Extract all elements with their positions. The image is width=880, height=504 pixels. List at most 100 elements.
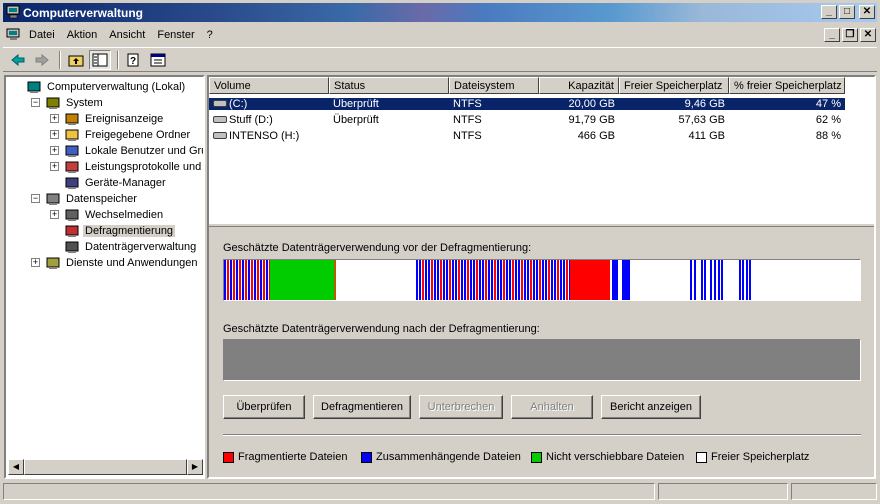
cluster-segment: [233, 260, 235, 300]
cluster-segment: [482, 260, 484, 300]
tree-item[interactable]: Datenträgerverwaltung: [64, 239, 198, 255]
scroll-thumb[interactable]: [24, 459, 187, 475]
tree-item-label: Freigegebene Ordner: [85, 129, 191, 141]
mdi-close-button[interactable]: ✕: [860, 28, 876, 42]
title-bar[interactable]: Computerverwaltung _ □ ✕: [3, 3, 877, 22]
volume-row[interactable]: (C:) Überprüft NTFS 20,00 GB 9,46 GB 47 %: [209, 95, 845, 112]
legend-fragmented: Fragmentierte Dateien: [223, 451, 347, 463]
cluster-segment: [251, 260, 253, 300]
stop-button[interactable]: Anhalten: [511, 395, 593, 419]
services-icon: [45, 256, 61, 270]
tree-item[interactable]: − Datenspeicher: [31, 191, 139, 207]
tree-item[interactable]: + Lokale Benutzer und Gruppe: [50, 143, 203, 159]
tree-item[interactable]: + Freigegebene Ordner: [50, 127, 192, 143]
analyze-button[interactable]: Überprüfen: [223, 395, 305, 419]
cluster-segment: [491, 260, 493, 300]
volume-cell-status: Überprüft: [333, 113, 379, 126]
close-button[interactable]: ✕: [859, 5, 875, 19]
cluster-segment: [497, 260, 499, 300]
menu-ansicht[interactable]: Ansicht: [103, 29, 151, 41]
tree-item-label: Computerverwaltung (Lokal): [47, 81, 186, 93]
expand-icon[interactable]: +: [50, 162, 59, 171]
menu-bar: Datei Aktion Ansicht Fenster ?: [3, 25, 877, 45]
column-status[interactable]: Status: [329, 77, 449, 94]
properties-button[interactable]: [147, 50, 169, 70]
cluster-segment: [560, 260, 562, 300]
up-one-level-button[interactable]: [65, 50, 87, 70]
volume-row[interactable]: INTENSO (H:) NTFS 466 GB 411 GB 88 %: [209, 127, 845, 144]
menu-fenster[interactable]: Fenster: [151, 29, 200, 41]
tree-item[interactable]: − System: [31, 95, 105, 111]
computer-management-window: Computerverwaltung _ □ ✕ Datei Aktion An…: [0, 0, 880, 504]
collapse-icon[interactable]: −: [31, 194, 40, 203]
cluster-segment: [446, 260, 448, 300]
cluster-segment: [710, 260, 712, 300]
back-button[interactable]: [7, 50, 29, 70]
legend-contiguous: Zusammenhängende Dateien: [361, 451, 521, 463]
computer-management-icon: [6, 5, 20, 19]
cluster-segment: [428, 260, 430, 300]
cluster-segment: [242, 260, 244, 300]
cluster-segment: [263, 260, 265, 300]
cluster-segment: [227, 260, 229, 300]
volume-row[interactable]: Stuff (D:) Überprüft NTFS 91,79 GB 57,63 GB 6…: [209, 111, 845, 128]
expand-icon[interactable]: +: [50, 210, 59, 219]
volume-list: Volume Status Dateisystem Kapazität Frei…: [209, 77, 874, 223]
menu-help[interactable]: ?: [201, 29, 219, 41]
status-panel-2: [658, 483, 788, 500]
view-report-button[interactable]: Bericht anzeigen: [601, 395, 701, 419]
column-filesystem[interactable]: Dateisystem: [449, 77, 539, 94]
show-hide-tree-button[interactable]: [89, 49, 111, 70]
tree-item[interactable]: Defragmentierung: [64, 223, 176, 239]
cluster-segment: [422, 260, 424, 300]
maximize-button[interactable]: □: [839, 5, 855, 19]
scroll-left-button[interactable]: ◀: [8, 459, 24, 475]
cluster-segment: [539, 260, 541, 300]
tree-item[interactable]: + Wechselmedien: [50, 207, 165, 223]
cluster-segment: [530, 260, 532, 300]
minimize-button[interactable]: _: [821, 5, 837, 19]
help-button[interactable]: ?: [123, 50, 145, 70]
column-free-space[interactable]: Freier Speicherplatz: [619, 77, 729, 94]
tree-item[interactable]: Computerverwaltung (Lokal): [26, 79, 187, 95]
volume-cell-free: 57,63 GB: [678, 113, 725, 126]
menu-datei[interactable]: Datei: [23, 29, 61, 41]
expand-icon[interactable]: +: [50, 130, 59, 139]
cluster-segment: [224, 260, 226, 300]
back-arrow-icon: [11, 53, 25, 66]
expand-icon[interactable]: +: [50, 146, 59, 155]
menu-aktion[interactable]: Aktion: [61, 29, 104, 41]
scroll-right-button[interactable]: ▶: [187, 459, 203, 475]
tree-item[interactable]: + Dienste und Anwendungen: [31, 255, 200, 271]
tree-item[interactable]: + Ereignisanzeige: [50, 111, 165, 127]
expand-icon[interactable]: +: [50, 114, 59, 123]
cluster-segment: [479, 260, 481, 300]
cluster-segment: [566, 260, 568, 300]
collapse-icon[interactable]: −: [31, 98, 40, 107]
contiguous-swatch: [361, 451, 372, 463]
cluster-segment: [434, 260, 436, 300]
after-defrag-label: Geschätzte Datenträgerverwendung nach de…: [223, 323, 540, 335]
cluster-segment: [512, 260, 514, 300]
cluster-segment: [467, 260, 469, 300]
tree-horizontal-scrollbar[interactable]: ◀ ▶: [8, 459, 203, 475]
event-viewer-icon: [64, 112, 80, 126]
defragment-button[interactable]: Defragmentieren: [313, 395, 411, 419]
drive-icon: [213, 116, 227, 124]
mdi-minimize-button[interactable]: _: [824, 28, 840, 42]
column-capacity[interactable]: Kapazität: [539, 77, 619, 94]
column-volume[interactable]: Volume: [209, 77, 329, 94]
tree-item[interactable]: + Leistungsprotokolle und War: [50, 159, 203, 175]
cluster-segment: [749, 260, 751, 300]
help-icon: ?: [127, 53, 139, 67]
column-free-percent[interactable]: % freier Speicherplatz: [729, 77, 845, 94]
pause-button[interactable]: Unterbrechen: [419, 395, 503, 419]
expand-icon[interactable]: +: [31, 258, 40, 267]
mdi-restore-button[interactable]: ❐: [842, 28, 858, 42]
cluster-segment: [694, 260, 696, 300]
volume-name: (C:): [229, 97, 248, 110]
tree-item-label: Geräte-Manager: [85, 177, 166, 189]
cluster-segment: [425, 260, 427, 300]
forward-button[interactable]: [31, 50, 53, 70]
tree-item[interactable]: Geräte-Manager: [64, 175, 168, 191]
